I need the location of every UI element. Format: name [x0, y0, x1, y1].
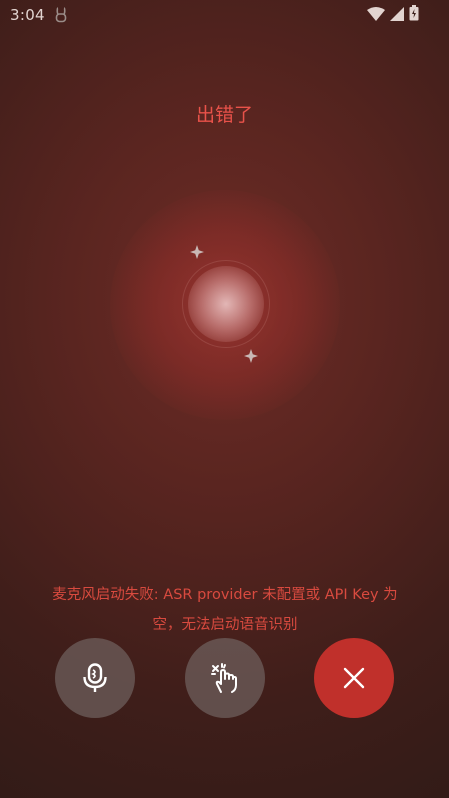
close-icon — [343, 667, 365, 689]
bunny-notification-icon — [54, 7, 68, 23]
voice-orb — [110, 190, 340, 420]
error-message: 麦克风启动失败: ASR provider 未配置或 API Key 为 空，无… — [40, 580, 410, 640]
mic-button[interactable] — [55, 638, 135, 718]
wifi-icon — [367, 6, 385, 25]
cellular-signal-icon — [390, 6, 404, 25]
sparkle-icon — [190, 244, 204, 259]
error-message-line: 空，无法启动语音识别 — [152, 617, 298, 633]
sparkle-icon — [244, 348, 258, 363]
error-message-line: 麦克风启动失败: ASR provider 未配置或 API Key 为 — [52, 587, 398, 603]
tap-gesture-icon — [209, 662, 241, 694]
status-time: 3:04 — [10, 6, 45, 24]
battery-icon — [409, 5, 419, 25]
close-button[interactable] — [314, 638, 394, 718]
orb-core — [188, 266, 264, 342]
gesture-button[interactable] — [185, 638, 265, 718]
status-bar: 3:04 — [0, 0, 449, 30]
page-title: 出错了 — [195, 104, 253, 126]
status-icons — [367, 5, 419, 25]
microphone-icon — [81, 663, 109, 693]
